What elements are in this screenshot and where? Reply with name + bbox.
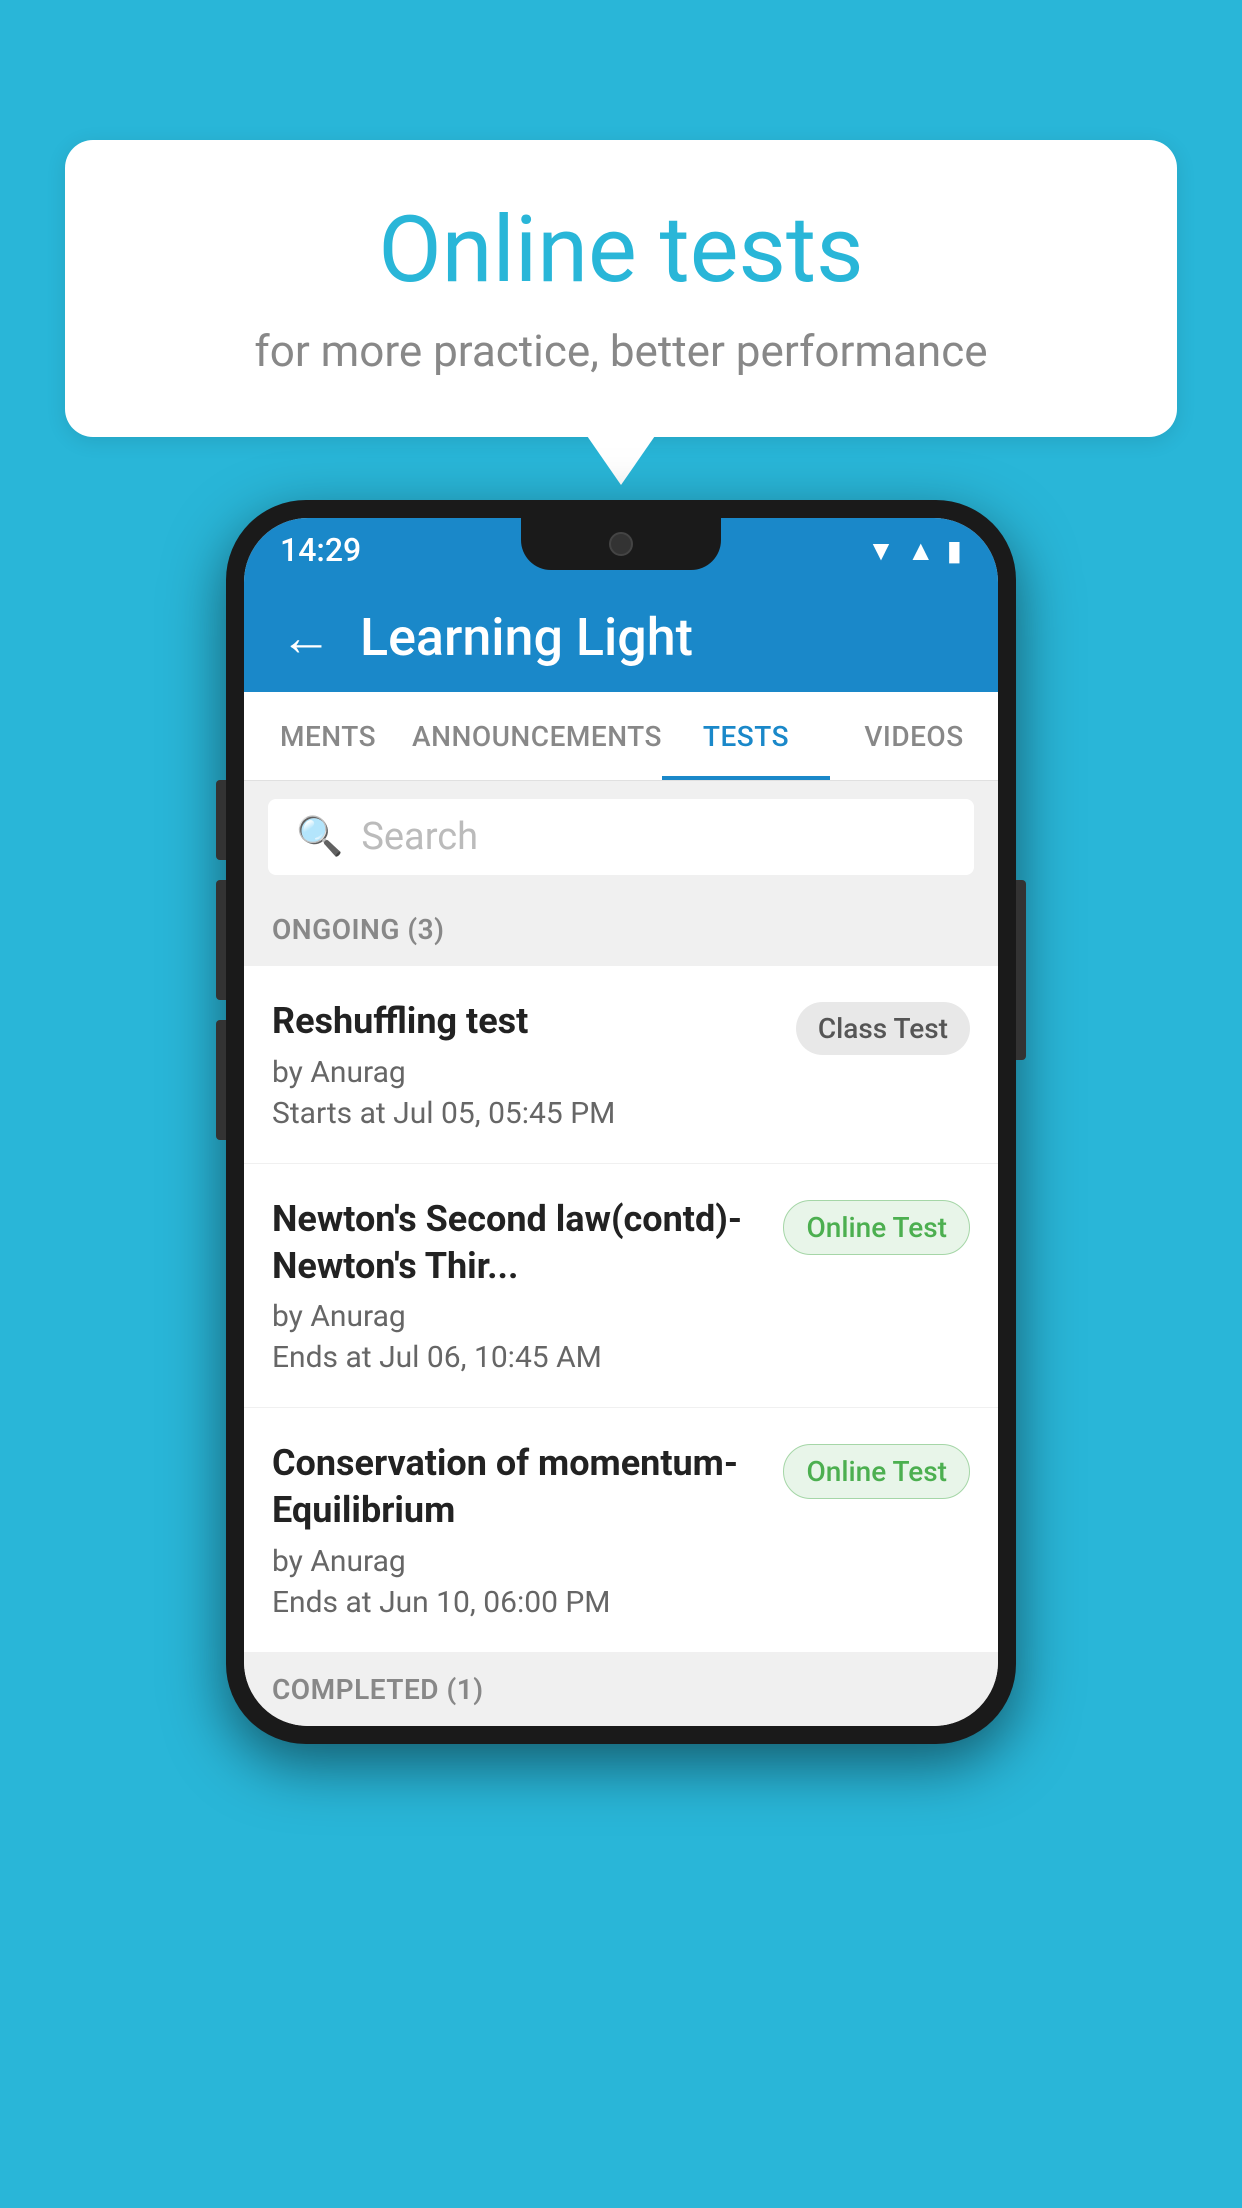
test-name-2: Newton's Second law(contd)-Newton's Thir…	[272, 1196, 763, 1290]
phone-container: 14:29 ▼ ▲ ▮ ← Learning Light MENTS ANNOU…	[226, 500, 1016, 1744]
test-badge-3: Online Test	[783, 1444, 970, 1499]
app-bar: ← Learning Light	[244, 582, 998, 692]
speech-bubble: Online tests for more practice, better p…	[65, 140, 1177, 437]
battery-icon: ▮	[947, 534, 962, 567]
phone-btn-power	[1016, 880, 1026, 1060]
phone-btn-volume-up	[216, 880, 226, 1000]
phone-btn-volume-down	[216, 1020, 226, 1140]
test-badge-2: Online Test	[783, 1200, 970, 1255]
test-author-2: by Anurag	[272, 1299, 763, 1334]
phone-btn-left	[216, 780, 226, 860]
status-icons: ▼ ▲ ▮	[867, 534, 962, 567]
wifi-icon: ▼	[867, 534, 895, 567]
phone-screen: 14:29 ▼ ▲ ▮ ← Learning Light MENTS ANNOU…	[244, 518, 998, 1726]
test-item-1[interactable]: Reshuffling test by Anurag Starts at Jul…	[244, 966, 998, 1164]
test-time-3: Ends at Jun 10, 06:00 PM	[272, 1585, 763, 1620]
test-name-1: Reshuffling test	[272, 998, 776, 1045]
speech-bubble-title: Online tests	[135, 200, 1107, 301]
speech-bubble-container: Online tests for more practice, better p…	[65, 140, 1177, 437]
tab-announcements[interactable]: ANNOUNCEMENTS	[412, 692, 662, 780]
phone-notch	[521, 518, 721, 570]
phone-camera	[609, 532, 633, 556]
test-author-3: by Anurag	[272, 1544, 763, 1579]
test-info-1: Reshuffling test by Anurag Starts at Jul…	[272, 998, 776, 1131]
search-container: 🔍 Search	[244, 781, 998, 893]
completed-section-header: COMPLETED (1)	[244, 1653, 998, 1726]
speech-bubble-subtitle: for more practice, better performance	[135, 325, 1107, 377]
tabs-container: MENTS ANNOUNCEMENTS TESTS VIDEOS	[244, 692, 998, 781]
tab-tests[interactable]: TESTS	[662, 692, 830, 780]
tab-videos[interactable]: VIDEOS	[830, 692, 998, 780]
test-time-1: Starts at Jul 05, 05:45 PM	[272, 1096, 776, 1131]
back-button[interactable]: ←	[280, 607, 332, 668]
test-info-3: Conservation of momentum-Equilibrium by …	[272, 1440, 763, 1620]
test-author-1: by Anurag	[272, 1055, 776, 1090]
search-input[interactable]: Search	[361, 815, 478, 859]
search-bar[interactable]: 🔍 Search	[268, 799, 974, 875]
status-time: 14:29	[280, 531, 361, 569]
search-icon: 🔍	[296, 815, 343, 859]
test-time-2: Ends at Jul 06, 10:45 AM	[272, 1340, 763, 1375]
test-item-2[interactable]: Newton's Second law(contd)-Newton's Thir…	[244, 1164, 998, 1409]
test-badge-1: Class Test	[796, 1002, 970, 1055]
test-item-3[interactable]: Conservation of momentum-Equilibrium by …	[244, 1408, 998, 1653]
test-info-2: Newton's Second law(contd)-Newton's Thir…	[272, 1196, 763, 1376]
test-name-3: Conservation of momentum-Equilibrium	[272, 1440, 763, 1534]
phone-frame: 14:29 ▼ ▲ ▮ ← Learning Light MENTS ANNOU…	[226, 500, 1016, 1744]
signal-icon: ▲	[907, 534, 935, 567]
app-title: Learning Light	[360, 607, 693, 668]
ongoing-section-header: ONGOING (3)	[244, 893, 998, 966]
tab-ments[interactable]: MENTS	[244, 692, 412, 780]
